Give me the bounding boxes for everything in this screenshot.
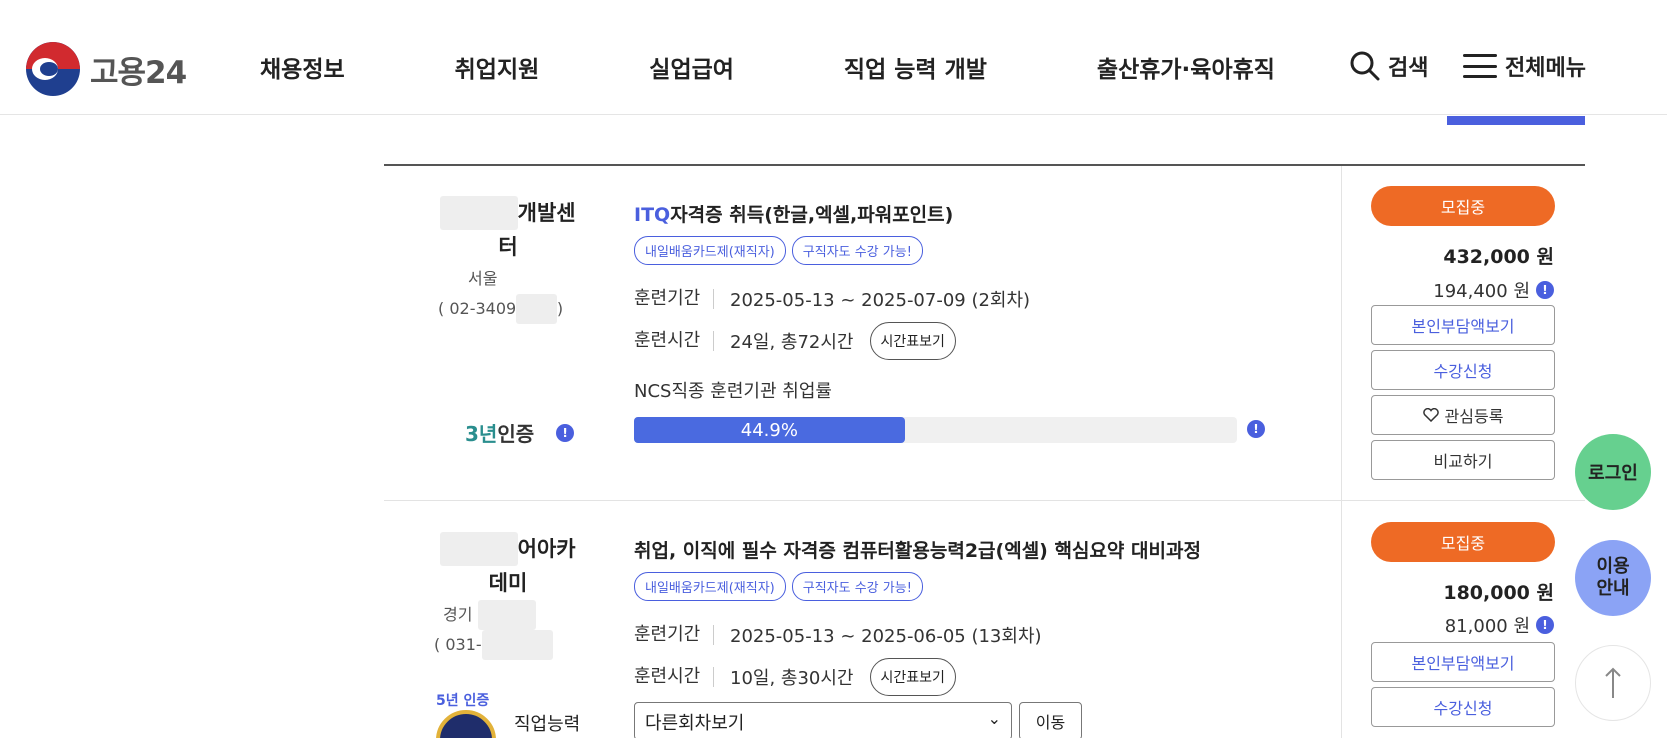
training-hours: 훈련시간 24일, 총72시간 시간표보기 [634,322,956,360]
training-hours-value: 24일, 총72시간 [730,332,854,353]
tag-card-system: 내일배움카드제(재직자) [634,236,786,265]
self-pay-button[interactable]: 본인부담액보기 [1371,642,1555,682]
move-button[interactable]: 이동 [1019,702,1082,738]
tag-jobseeker-allowed: 구직자도 수강 가능! [791,236,923,265]
org-name[interactable]: ㅇㅇㅇㅇ어아카 데미 [408,532,608,600]
chevron-down-icon: ⌄ [987,709,1001,728]
medal-icon [436,710,496,738]
search-icon [1350,51,1380,81]
nav-item-skills-development[interactable]: 직업 능력 개발 [844,50,987,84]
course-title[interactable]: ITQ자격증 취득(한글,엑셀,파워포인트) [634,200,953,227]
timetable-button[interactable]: 시간표보기 [869,322,956,360]
session-select[interactable]: 다른회차보기 ⌄ [634,702,1012,738]
cert-years: 3년 [465,422,498,446]
org-region: 경기 ㅇㅇㅇㅇ [408,600,608,630]
org-name[interactable]: ㅇㅇㅇㅇ개발센 터 [408,196,608,264]
info-icon[interactable]: ! [556,423,575,442]
heart-icon [1422,408,1439,422]
org-phone: ( 02-34090000) [408,294,608,324]
main-nav: 채용정보 취업지원 실업급여 직업 능력 개발 출산휴가·육아휴직 [260,50,1275,84]
tag-list: 내일배움카드제(재직자) 구직자도 수강 가능! [634,572,923,601]
org-phone: ( 031-0000000 [408,630,608,660]
compare-button[interactable]: 비교하기 [1371,440,1555,480]
course-price: 180,000 원 [1443,582,1554,604]
training-hours: 훈련시간 10일, 총30시간 시간표보기 [634,658,956,696]
logo-text: 고용24 [90,54,187,91]
apply-button[interactable]: 수강신청 [1371,350,1555,390]
self-pay-amount: 81,000 원 ! [1445,612,1554,638]
self-pay-amount: 194,400 원 ! [1433,277,1554,303]
row-divider [384,500,1585,501]
training-hours-value: 10일, 총30시간 [730,668,854,689]
hamburger-icon [1463,54,1497,78]
tag-jobseeker-allowed: 구직자도 수강 가능! [791,572,923,601]
tag-card-system: 내일배움카드제(재직자) [634,572,786,601]
self-pay-button[interactable]: 본인부담액보기 [1371,305,1555,345]
training-period-value: 2025-05-13 ~ 2025-06-05 (13회차) [730,626,1042,647]
arrow-up-icon [1605,667,1621,698]
scroll-top-button[interactable] [1575,645,1651,721]
certification-badge: 3년 인증 ! [465,418,575,447]
apply-button[interactable]: 수강신청 [1371,687,1555,727]
info-icon[interactable]: ! [1247,420,1265,438]
login-float-button[interactable]: 로그인 [1575,434,1651,510]
wishlist-button[interactable]: 관심등록 [1371,395,1555,435]
all-menu-button[interactable]: 전체메뉴 [1463,50,1586,82]
guide-float-button[interactable]: 이용 안내 [1575,540,1651,616]
search-label: 검색 [1388,56,1429,81]
course-price: 432,000 원 [1443,246,1554,268]
all-menu-label: 전체메뉴 [1505,56,1586,81]
training-period: 훈련기간 2025-05-13 ~ 2025-06-05 (13회차) [634,624,1042,648]
training-period-value: 2025-05-13 ~ 2025-07-09 (2회차) [730,290,1031,311]
timetable-button[interactable]: 시간표보기 [869,658,956,696]
employment-rate-bar: 44.9% [634,417,1237,443]
cert-label: 인증 [497,422,535,446]
info-icon[interactable]: ! [1536,281,1554,299]
nav-item-unemployment-benefit[interactable]: 실업급여 [649,50,734,84]
nav-item-jobs[interactable]: 채용정보 [260,50,345,84]
nav-item-parental-leave[interactable]: 출산휴가·육아휴직 [1097,50,1275,84]
site-header: 고용24 채용정보 취업지원 실업급여 직업 능력 개발 출산휴가·육아휴직 검… [0,0,1667,115]
training-period: 훈련기간 2025-05-13 ~ 2025-07-09 (2회차) [634,288,1031,312]
org-region: 서울 [468,269,498,288]
column-divider [1341,166,1342,738]
active-tab-indicator [1447,116,1585,125]
cert-name: 직업능력 [514,714,581,735]
ncs-employment-label: NCS직종 훈련기관 취업률 [634,381,832,402]
org-info: ㅇㅇㅇㅇ어아카 데미 경기 ㅇㅇㅇㅇ ( 031-0000000 [408,532,608,660]
status-badge: 모집중 [1371,522,1555,562]
search-button[interactable]: 검색 [1350,50,1428,82]
employment-rate-fill: 44.9% [634,417,905,443]
list-top-border [384,164,1585,166]
nav-item-employment-support[interactable]: 취업지원 [455,50,540,84]
status-badge: 모집중 [1371,186,1555,226]
course-title[interactable]: 취업, 이직에 필수 자격증 컴퓨터활용능력2급(엑셀) 핵심요약 대비과정 [634,536,1201,563]
tag-list: 내일배움카드제(재직자) 구직자도 수강 가능! [634,236,923,265]
info-icon[interactable]: ! [1536,616,1554,634]
org-info: ㅇㅇㅇㅇ개발센 터 서울 ( 02-34090000) [408,196,608,324]
cert-badge-5yr: 5년 인증 [436,693,490,709]
logo[interactable]: 고용24 [26,42,187,96]
taegeuk-logo-icon [26,42,80,96]
